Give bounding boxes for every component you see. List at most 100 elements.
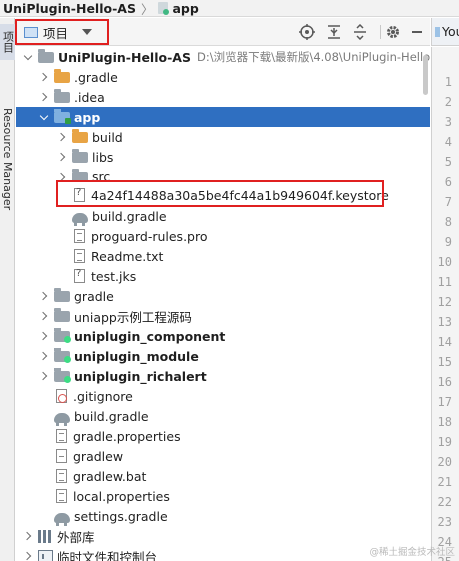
- tree-row-keystore[interactable]: 4a24f14488a30a5be4fc44a1b949604f.keystor…: [16, 185, 430, 205]
- tree-row-uniplugin-component[interactable]: uniplugin_component: [16, 326, 430, 346]
- tree-row-test-jks[interactable]: test.jks: [16, 266, 430, 286]
- tree-item-label: build.gradle: [74, 408, 149, 424]
- resource-manager-tab[interactable]: Resource Manager: [0, 102, 15, 217]
- left-tool-strip: 项目 Resource Manager: [0, 18, 15, 561]
- properties-file-icon: [56, 429, 67, 443]
- view-mode-label: 项目: [43, 25, 69, 41]
- tree-row-gradle-properties[interactable]: gradle.properties: [16, 426, 430, 446]
- folder-icon: [72, 169, 88, 181]
- tree-row-libs[interactable]: libs: [16, 147, 430, 167]
- chevron-right-icon[interactable]: [38, 91, 50, 103]
- text-file-icon: [74, 229, 85, 243]
- gear-icon[interactable]: [385, 24, 401, 40]
- tree-row-settings-gradle[interactable]: settings.gradle: [16, 506, 430, 526]
- tree-scrollbar[interactable]: [423, 55, 428, 95]
- project-tool-tab[interactable]: 项目: [0, 24, 15, 60]
- minimize-icon[interactable]: [409, 24, 425, 40]
- chevron-right-icon[interactable]: [38, 330, 50, 342]
- title-module-name[interactable]: app: [172, 1, 198, 16]
- tree-row-proguard[interactable]: proguard-rules.pro: [16, 226, 430, 246]
- line-number: 10: [437, 255, 452, 269]
- tree-item-label: .gradle: [74, 69, 118, 85]
- line-number: 11: [437, 275, 452, 289]
- line-number: 21: [437, 475, 452, 489]
- tree-item-label: UniPlugin-Hello-AS: [58, 49, 191, 65]
- chevron-down-icon[interactable]: [38, 111, 50, 123]
- tree-row-build-gradle[interactable]: build.gradle: [16, 406, 430, 426]
- line-number: 16: [437, 375, 452, 389]
- expand-all-icon[interactable]: [352, 23, 368, 41]
- line-number: 12: [437, 295, 452, 309]
- tree-item-label: app: [74, 109, 101, 125]
- tree-row-external-libraries[interactable]: 外部库: [16, 526, 430, 546]
- tree-item-label: local.properties: [73, 488, 170, 504]
- tree-row-uniapp-source[interactable]: uniapp示例工程源码: [16, 306, 430, 326]
- folder-icon: [72, 149, 88, 163]
- toolbar-divider: [380, 25, 381, 39]
- tree-row-gitignore[interactable]: .gitignore: [16, 386, 430, 406]
- tree-row-app-build-gradle[interactable]: build.gradle: [16, 206, 430, 226]
- chevron-right-icon[interactable]: [38, 290, 50, 302]
- text-file-icon: [74, 249, 85, 263]
- tree-item-label: uniplugin_richalert: [74, 368, 207, 384]
- chevron-right-icon[interactable]: [38, 350, 50, 362]
- tree-row-gradle-dir[interactable]: .gradle: [16, 67, 430, 87]
- tree-row-src[interactable]: src: [16, 167, 430, 181]
- chevron-right-icon[interactable]: [38, 370, 50, 382]
- tree-item-label: uniplugin_component: [74, 328, 226, 344]
- folder-icon: [54, 89, 70, 103]
- title-project-name[interactable]: UniPlugin-Hello-AS: [3, 1, 136, 16]
- line-number: 22: [437, 495, 452, 509]
- editor-tab[interactable]: You: [442, 24, 459, 39]
- folder-icon: [72, 129, 88, 143]
- tree-item-label: src: [92, 169, 111, 181]
- tree-item-label: libs: [92, 149, 114, 165]
- tree-row-readme[interactable]: Readme.txt: [16, 246, 430, 266]
- android-module-icon: [54, 328, 71, 343]
- tree-item-label: 4a24f14488a30a5be4fc44a1b949604f.keystor…: [91, 187, 389, 203]
- batch-file-icon: [56, 469, 67, 483]
- tree-row-scratches[interactable]: 临时文件和控制台: [16, 546, 430, 561]
- tree-row-app[interactable]: app: [16, 107, 430, 127]
- project-tree: UniPlugin-Hello-AS D:\浏览器下载\最新版\4.08\Uni…: [16, 47, 430, 561]
- line-number: 20: [437, 455, 452, 469]
- line-number: 6: [444, 175, 452, 189]
- unknown-file-icon: [74, 187, 85, 202]
- folder-icon: [54, 69, 70, 83]
- chevron-right-icon[interactable]: [22, 530, 34, 542]
- project-toolbar: 项目: [16, 18, 430, 46]
- project-path: D:\浏览器下载\最新版\4.08\UniPlugin-Hello-AS: [196, 50, 430, 64]
- tree-item-label: gradle.properties: [73, 428, 181, 444]
- tree-row-local-properties[interactable]: local.properties: [16, 486, 430, 506]
- tree-row-gradle[interactable]: gradle: [16, 286, 430, 306]
- line-number: 1: [444, 75, 452, 89]
- module-icon: [158, 2, 170, 15]
- line-number: 18: [437, 415, 452, 429]
- collapse-all-icon[interactable]: [326, 24, 342, 40]
- tree-item-label: build: [92, 129, 123, 145]
- project-view-icon: [24, 26, 38, 38]
- gradle-icon: [72, 212, 88, 226]
- line-number: 5: [444, 155, 452, 169]
- tree-row-gradlew-bat[interactable]: gradlew.bat: [16, 466, 430, 486]
- line-number: 17: [437, 395, 452, 409]
- tree-row-uniplugin-module[interactable]: uniplugin_module: [16, 346, 430, 366]
- tree-item-label: build.gradle: [92, 208, 167, 224]
- line-number: 23: [437, 515, 452, 529]
- tree-row-gradlew[interactable]: gradlew: [16, 446, 430, 466]
- view-mode-dropdown[interactable]: 项目: [24, 22, 93, 42]
- chevron-right-icon[interactable]: [38, 310, 50, 322]
- chevron-right-icon[interactable]: [22, 550, 34, 561]
- tree-row-build[interactable]: build: [16, 127, 430, 147]
- chevron-right-icon[interactable]: [56, 131, 68, 143]
- chevron-right-icon[interactable]: [56, 171, 68, 181]
- crosshair-icon[interactable]: [299, 24, 315, 40]
- tree-row-uniplugin-richalert[interactable]: uniplugin_richalert: [16, 366, 430, 386]
- chevron-right-icon[interactable]: [38, 71, 50, 83]
- chevron-down-icon[interactable]: [22, 51, 34, 63]
- tree-row-root[interactable]: UniPlugin-Hello-AS D:\浏览器下载\最新版\4.08\Uni…: [16, 47, 430, 67]
- line-number: 13: [437, 315, 452, 329]
- chevron-right-icon[interactable]: [56, 151, 68, 163]
- tree-row-idea[interactable]: .idea: [16, 87, 430, 107]
- line-number: 19: [437, 435, 452, 449]
